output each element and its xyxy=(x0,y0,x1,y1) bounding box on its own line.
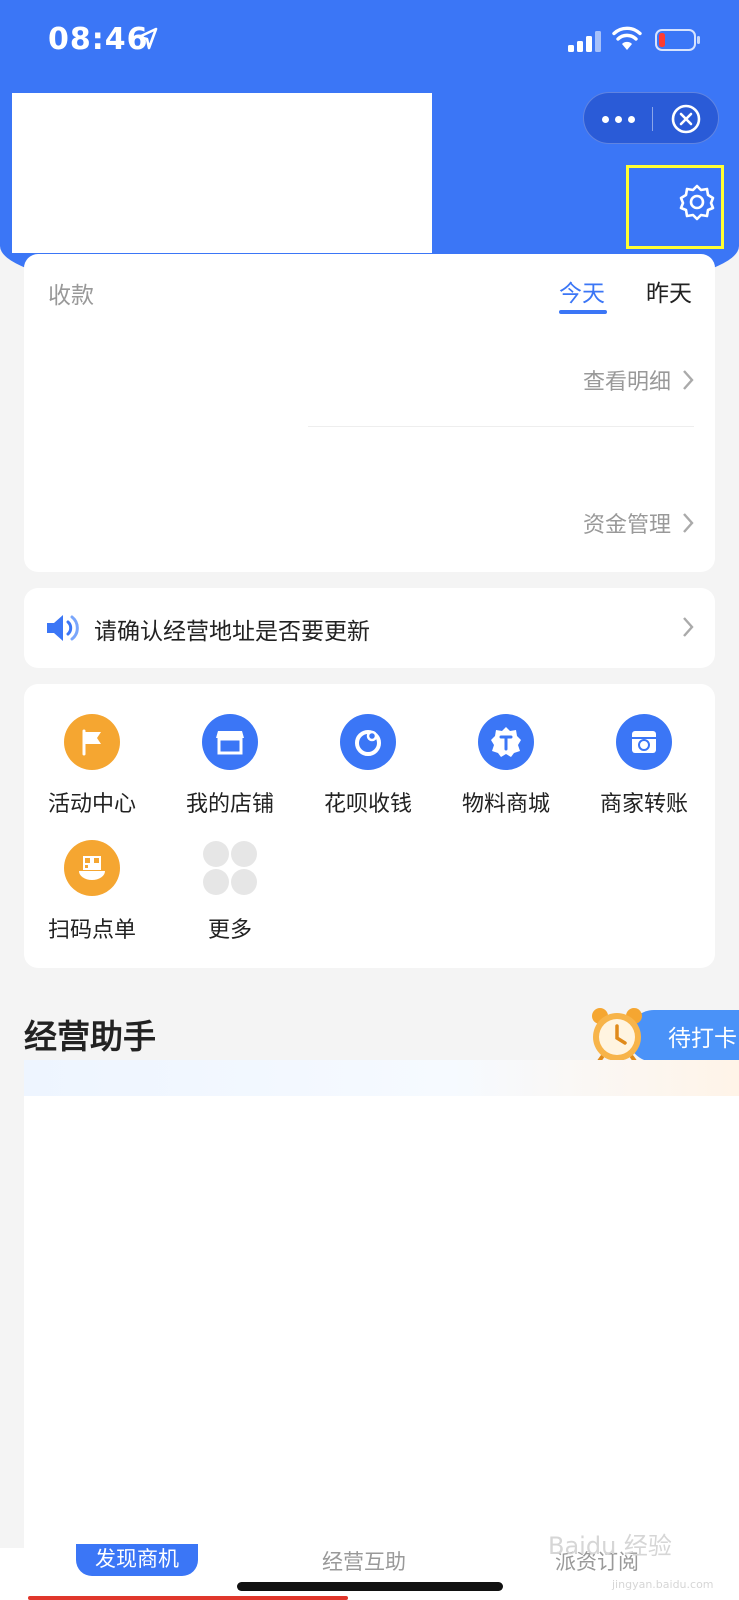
grid-item-label: 更多 xyxy=(207,918,252,943)
grid-item-huabei[interactable]: 花呗收钱 xyxy=(308,714,428,818)
view-detail-link[interactable]: 查看明细 xyxy=(583,364,695,396)
tab-active-indicator xyxy=(559,310,607,314)
more-grid-icon xyxy=(202,840,258,896)
divider xyxy=(308,426,694,427)
grid-item-label: 我的店铺 xyxy=(185,792,274,817)
chevron-right-icon xyxy=(683,370,694,390)
dot-icon xyxy=(601,115,609,123)
grid-item-label: 商家转账 xyxy=(599,792,688,817)
notice-banner[interactable]: 请确认经营地址是否要更新 xyxy=(24,588,715,668)
grid-item-scan-order[interactable]: 扫码点单 xyxy=(32,840,152,944)
payment-card: 收款 今天 昨天 查看明细 资金管理 xyxy=(24,254,715,572)
chevron-right-icon xyxy=(683,617,694,637)
wifi-icon xyxy=(612,26,642,50)
fund-management-label: 资金管理 xyxy=(582,513,671,538)
tab-discover[interactable]: 发现商机 xyxy=(76,1544,198,1576)
grid-item-merchant-transfer[interactable]: 商家转账 xyxy=(584,714,704,818)
gear-icon[interactable] xyxy=(678,183,716,221)
close-miniapp-button[interactable] xyxy=(652,93,720,145)
battery-icon xyxy=(655,29,700,51)
grid-item-my-store[interactable]: 我的店铺 xyxy=(170,714,290,818)
scan-order-icon xyxy=(64,840,120,896)
quick-actions-grid: 活动中心 我的店铺 花呗收钱 物料商城 商家转账 扫码点单 更多 xyxy=(24,684,715,968)
close-circle-icon xyxy=(671,104,701,134)
signal-icon xyxy=(568,31,601,52)
alarm-clock-icon[interactable] xyxy=(586,1002,648,1068)
fund-management-link[interactable]: 资金管理 xyxy=(583,507,695,539)
chevron-right-icon xyxy=(683,513,694,533)
more-options-button[interactable] xyxy=(584,93,652,145)
transfer-icon xyxy=(616,714,672,770)
watermark-url: jingyan.baidu.com xyxy=(612,1578,714,1591)
dot-icon xyxy=(614,115,622,123)
grid-item-material-mall[interactable]: 物料商城 xyxy=(446,714,566,818)
status-time: 08:46 xyxy=(48,22,149,57)
assistant-card-header xyxy=(24,1060,739,1096)
grid-item-more[interactable]: 更多 xyxy=(170,840,290,944)
huabei-icon xyxy=(340,714,396,770)
watermark: Baidu 经验 xyxy=(548,1532,672,1560)
status-bar: 08:46 xyxy=(0,0,739,80)
dot-icon xyxy=(627,115,635,123)
grid-item-label: 花呗收钱 xyxy=(323,792,412,817)
pending-checkin-label: 待打卡 xyxy=(668,1026,737,1052)
notice-text: 请确认经营地址是否要更新 xyxy=(94,619,370,645)
tab-assist[interactable]: 经营互助 xyxy=(322,1546,406,1576)
grid-item-label: 活动中心 xyxy=(47,792,136,817)
location-arrow-icon xyxy=(137,27,158,50)
grid-item-label: 扫码点单 xyxy=(47,918,136,943)
speaker-icon xyxy=(47,615,79,641)
tab-yesterday[interactable]: 昨天 xyxy=(646,274,692,308)
material-mall-icon xyxy=(478,714,534,770)
grid-item-activity-center[interactable]: 活动中心 xyxy=(32,714,152,818)
section-title: 经营助手 xyxy=(24,1017,156,1056)
flag-icon xyxy=(64,714,120,770)
tab-today[interactable]: 今天 xyxy=(559,274,605,308)
view-detail-label: 查看明细 xyxy=(582,370,671,395)
miniapp-capsule xyxy=(583,92,719,144)
store-info-redacted xyxy=(12,93,432,253)
promo-strip xyxy=(28,1596,348,1600)
store-icon xyxy=(202,714,258,770)
home-indicator xyxy=(237,1582,503,1591)
grid-item-label: 物料商城 xyxy=(461,792,550,817)
assistant-card xyxy=(24,1060,739,1550)
payment-label: 收款 xyxy=(48,283,94,309)
